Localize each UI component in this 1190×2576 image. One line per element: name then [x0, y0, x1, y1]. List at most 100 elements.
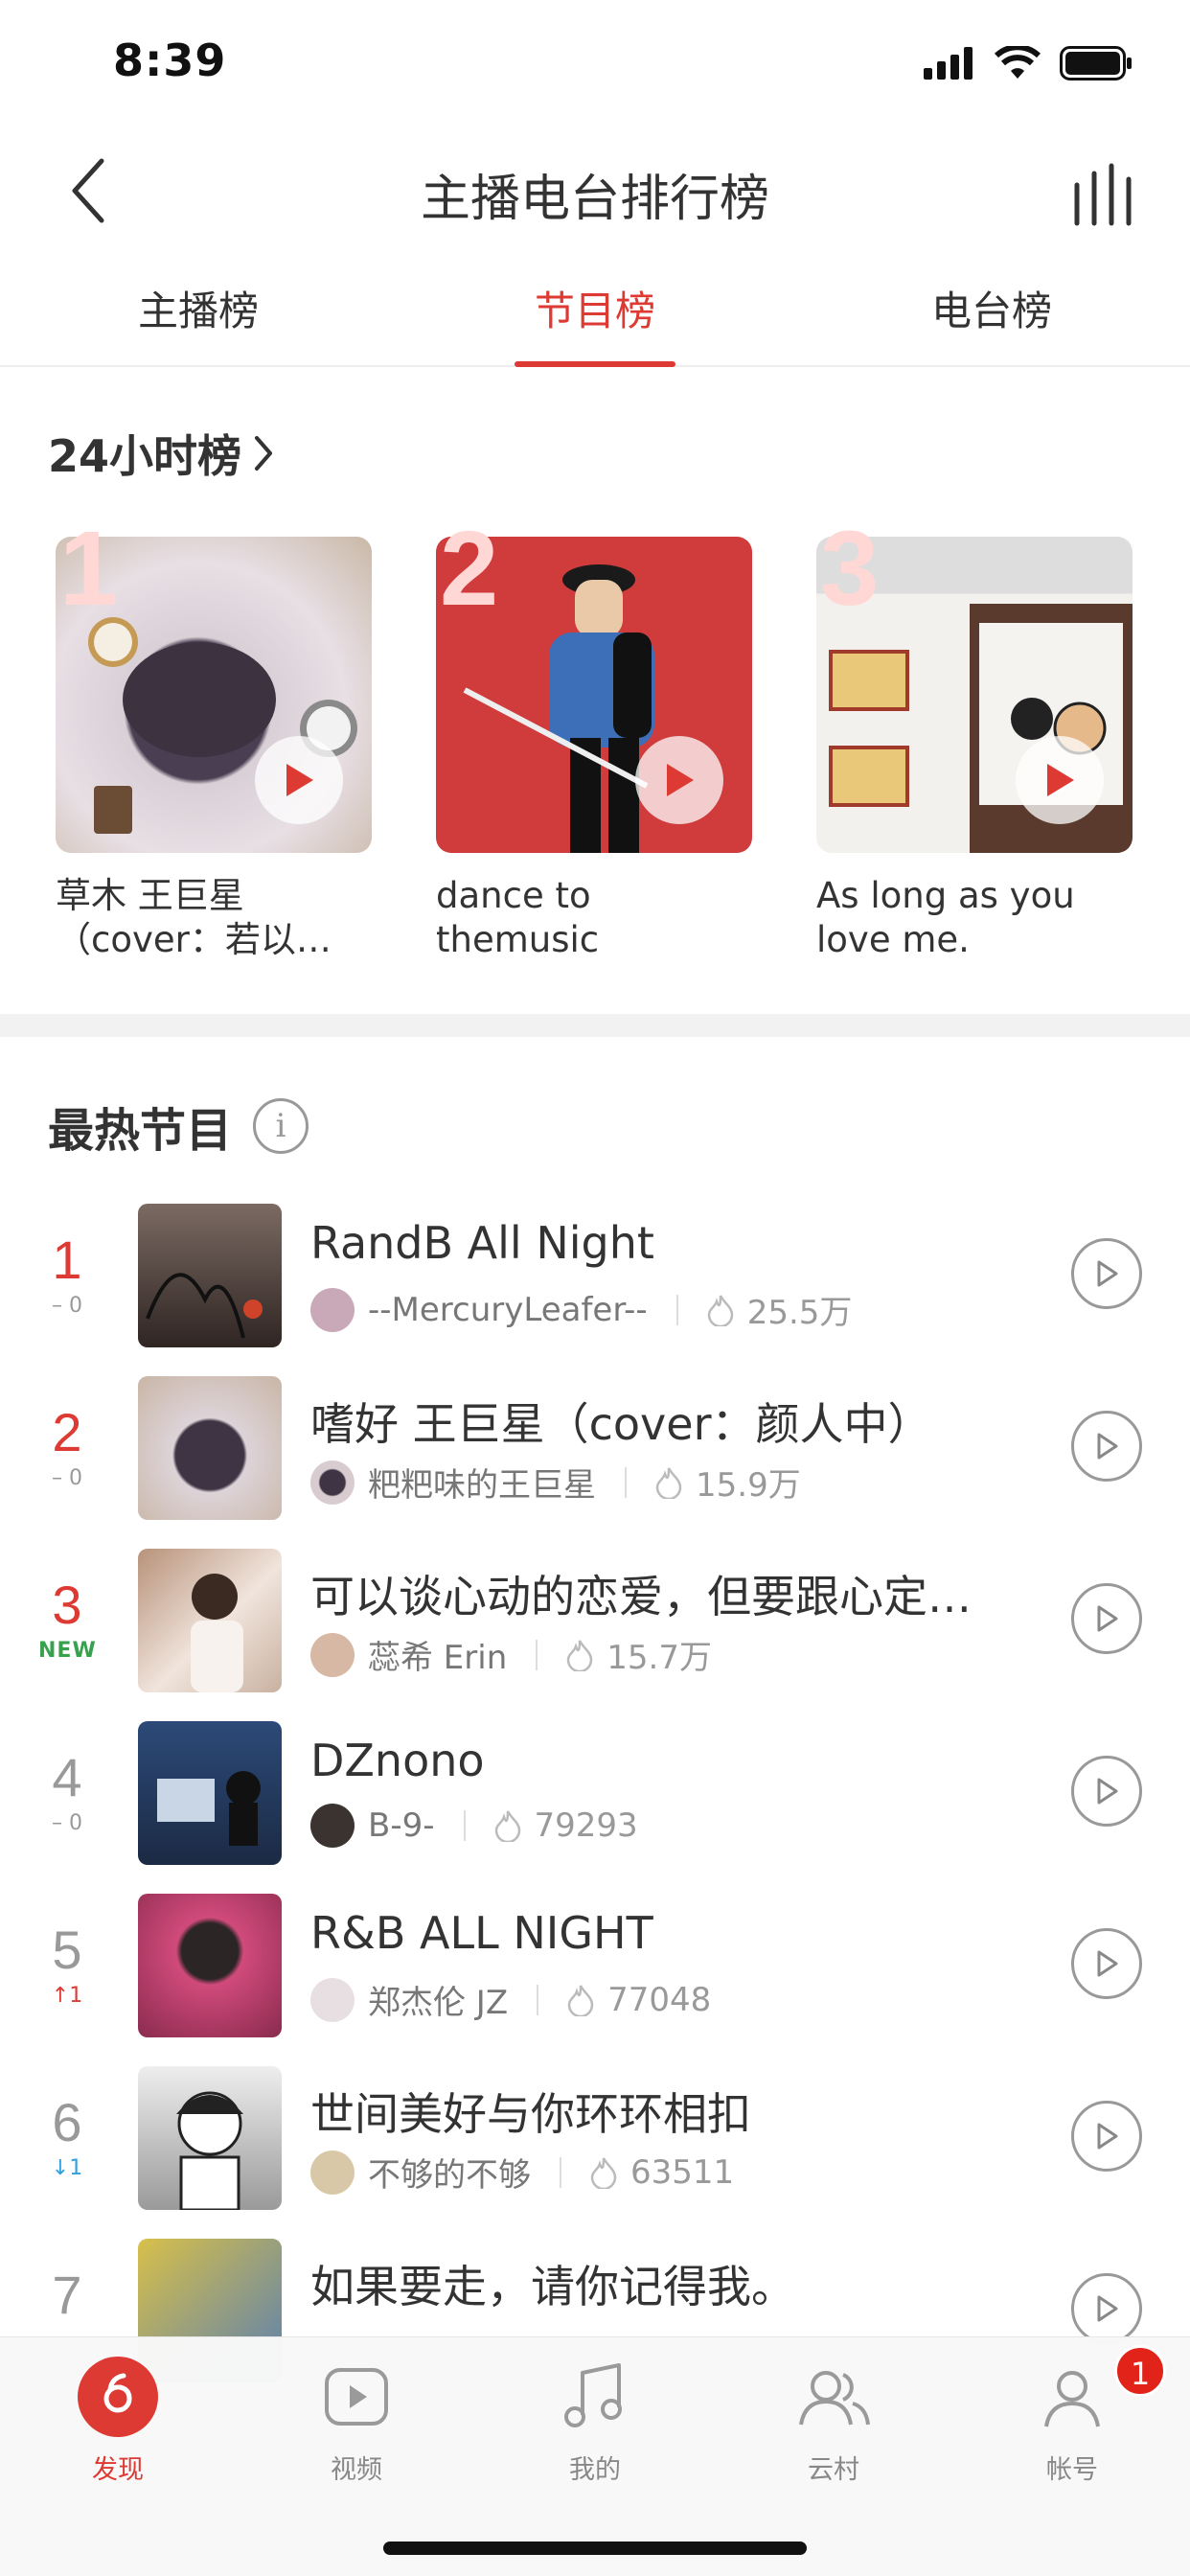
rank-number: 1 — [52, 1230, 82, 1290]
tab-station-rank[interactable]: 电台榜 — [793, 254, 1190, 365]
program-cover — [138, 1204, 282, 1347]
notification-badge: 1 — [1114, 2345, 1166, 2397]
battery-icon — [1060, 46, 1132, 80]
flame-icon — [494, 1810, 520, 1842]
program-cover — [138, 2066, 282, 2210]
program-cover — [138, 1894, 282, 2037]
divider — [536, 1639, 538, 1670]
program-heat: 77048 — [567, 1981, 711, 2019]
flame-icon — [655, 1466, 682, 1499]
play-button[interactable] — [1071, 2273, 1142, 2344]
program-meta: 蕊希 Erin 15.7万 — [310, 1631, 712, 1678]
bottom-tab-bar: 发现 视频 我的 云村 1 帐号 — [0, 2336, 1190, 2576]
avatar — [310, 1804, 355, 1848]
list-item[interactable]: 2 – 0 嗜好 王巨星（cover：颜人中） 粑粑味的王巨星 15.9万 — [0, 1370, 1190, 1543]
info-icon[interactable]: i — [253, 1098, 309, 1154]
section-24h-header[interactable]: 24小时榜 — [48, 422, 274, 485]
tab-program-rank[interactable]: 节目榜 — [397, 254, 793, 365]
tab-mine[interactable]: 我的 — [518, 2355, 672, 2486]
top-card-rank: 1 — [59, 510, 119, 628]
top-card-play-button[interactable] — [1016, 736, 1104, 824]
nav-bar: 主播电台排行榜 — [0, 129, 1190, 254]
program-title: 如果要走，请你记得我。 — [310, 2261, 795, 2312]
top-card-title: As long as you love me. — [816, 875, 1075, 960]
list-item[interactable]: 3 NEW 可以谈心动的恋爱，但要跟心定… 蕊希 Erin 15.7万 — [0, 1543, 1190, 1715]
program-meta: --MercuryLeafer-- 25.5万 — [310, 1286, 852, 1333]
rank-tabs: 主播榜 节目榜 电台榜 — [0, 254, 1190, 367]
discover-icon — [76, 2355, 160, 2439]
program-cover — [138, 1376, 282, 1520]
chevron-right-icon — [255, 436, 273, 471]
now-playing-button[interactable] — [1065, 162, 1142, 229]
hot-programs-list: 1 – 0 RandB All Night --MercuryLeafer-- … — [0, 1198, 1190, 2405]
video-icon — [314, 2355, 399, 2439]
tab-account[interactable]: 1 帐号 — [995, 2345, 1166, 2486]
divider — [675, 1294, 678, 1325]
play-button[interactable] — [1071, 2101, 1142, 2172]
tab-video[interactable]: 视频 — [280, 2355, 433, 2486]
tab-label: 发现 — [92, 2455, 144, 2485]
rank-change: ↓1 — [51, 2156, 83, 2180]
tab-label: 帐号 — [1046, 2455, 1098, 2485]
play-icon — [1097, 1778, 1118, 1805]
rank-change: – 0 — [52, 1811, 82, 1835]
heat-value: 25.5万 — [746, 1294, 853, 1332]
status-time: 8:39 — [113, 34, 227, 86]
play-button[interactable] — [1071, 1411, 1142, 1482]
play-icon — [1097, 1605, 1118, 1632]
rank-number: 6 — [52, 2092, 82, 2152]
top-card-play-button[interactable] — [635, 736, 723, 824]
avatar — [310, 1977, 355, 2022]
top-card-play-button[interactable] — [255, 736, 343, 824]
status-bar: 8:39 — [0, 0, 1190, 129]
top3-cards: 1 草木 王巨星（cover：若以… 2 dance to themusic 3… — [0, 510, 1190, 987]
program-title: RandB All Night — [310, 1217, 654, 1269]
list-item[interactable]: 4 – 0 DZnono B-9- 79293 — [0, 1715, 1190, 1888]
wifi-icon — [995, 46, 1041, 79]
top-card[interactable]: 1 草木 王巨星（cover：若以… — [56, 510, 372, 962]
program-author: 蕊希 Erin — [368, 1639, 508, 1677]
play-icon — [1097, 1950, 1118, 1977]
tab-label: 我的 — [569, 2455, 621, 2485]
program-author: B-9- — [368, 1806, 435, 1845]
heat-value: 15.7万 — [606, 1639, 712, 1677]
program-author: --MercuryLeafer-- — [368, 1290, 648, 1329]
rank-change: ↑1 — [51, 1984, 83, 2008]
program-heat: 15.9万 — [655, 1459, 801, 1506]
hot-programs-title: 最热节目 — [48, 1104, 233, 1158]
equalizer-icon — [1074, 163, 1132, 226]
tab-label: 视频 — [331, 2455, 382, 2485]
hot-programs-header: 最热节目 i — [48, 1092, 309, 1160]
program-meta: B-9- 79293 — [310, 1804, 638, 1848]
tab-community[interactable]: 云村 — [757, 2355, 910, 2486]
user-icon: 1 — [1030, 2345, 1166, 2439]
flame-icon — [707, 1294, 733, 1326]
list-item[interactable]: 5 ↑1 R&B ALL NIGHT 郑杰伦 JZ 77048 — [0, 1888, 1190, 2060]
program-title: DZnono — [310, 1735, 485, 1786]
status-icons — [924, 46, 1133, 80]
top-card[interactable]: 3 As long as you love me. — [816, 510, 1133, 962]
play-button[interactable] — [1071, 1928, 1142, 1999]
top-card-rank: 2 — [440, 510, 499, 628]
section-divider — [0, 1014, 1190, 1037]
program-title: 可以谈心动的恋爱，但要跟心定… — [310, 1571, 972, 1622]
divider — [560, 2156, 561, 2188]
play-button[interactable] — [1071, 1238, 1142, 1309]
tab-anchor-rank[interactable]: 主播榜 — [0, 254, 397, 365]
rank-number: 2 — [52, 1402, 82, 1462]
heat-value: 63511 — [630, 2152, 735, 2192]
program-author: 郑杰伦 JZ — [368, 1984, 509, 2022]
play-icon — [667, 764, 694, 796]
program-cover — [138, 1549, 282, 1692]
flame-icon — [567, 1984, 594, 2016]
tab-label: 云村 — [808, 2455, 859, 2485]
rank-change: NEW — [38, 1639, 97, 1663]
flame-icon — [567, 1639, 593, 1671]
top-card[interactable]: 2 dance to themusic — [436, 510, 752, 962]
list-item[interactable]: 1 – 0 RandB All Night --MercuryLeafer-- … — [0, 1198, 1190, 1370]
list-item[interactable]: 6 ↓1 世间美好与你环环相扣 不够的不够 63511 — [0, 2060, 1190, 2233]
play-button[interactable] — [1071, 1583, 1142, 1654]
heat-value: 15.9万 — [696, 1466, 801, 1505]
tab-discover[interactable]: 发现 — [41, 2355, 195, 2486]
play-button[interactable] — [1071, 1756, 1142, 1827]
